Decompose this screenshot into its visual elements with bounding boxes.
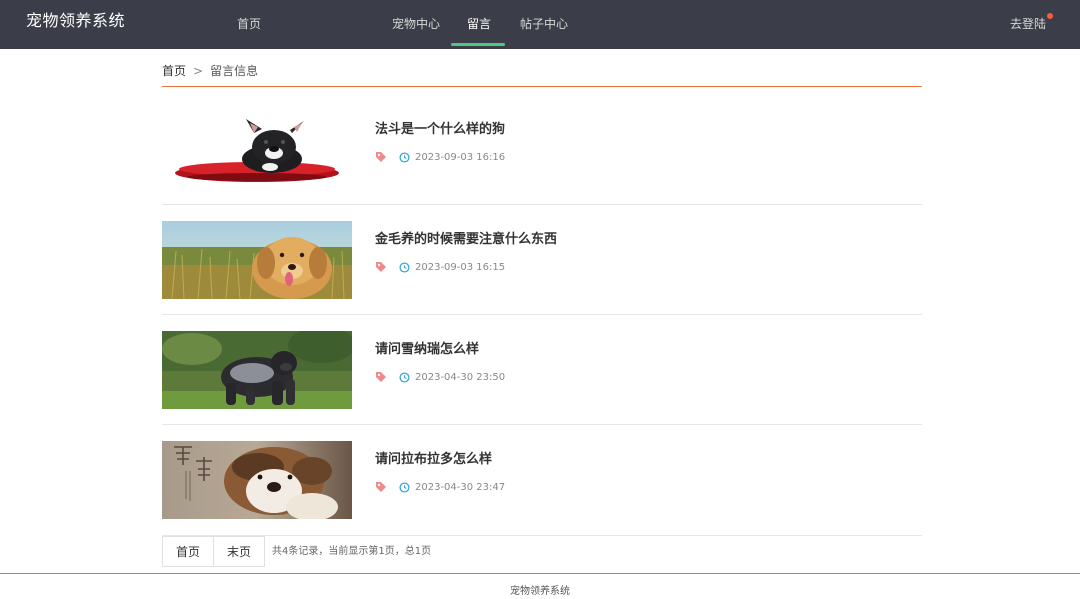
post-thumbnail[interactable] [162,221,352,299]
puppy-image [162,441,352,519]
breadcrumb: 首页 > 留言信息 [162,62,258,79]
nav-home[interactable]: 首页 [237,15,261,32]
clock-icon [399,371,410,383]
list-item: 法斗是一个什么样的狗 2023-09-03 16:16 [162,95,922,205]
site-brand[interactable]: 宠物领养系统 [26,7,125,31]
footer-text: 宠物领养系统 [510,586,570,597]
pagination: 首页 末页 共4条记录，当前显示第1页，总1页 [162,535,922,567]
notification-dot [1047,13,1053,19]
post-meta: 2023-04-30 23:47 [375,480,505,494]
post-time: 2023-04-30 23:47 [415,481,506,493]
french-bulldog-image [162,111,352,189]
post-thumbnail[interactable] [162,331,352,409]
list-item: 请问拉布拉多怎么样 2023-04-30 23:47 [162,425,922,535]
post-thumbnail[interactable] [162,111,352,189]
login-link[interactable]: 去登陆 [1010,15,1046,32]
post-title[interactable]: 法斗是一个什么样的狗 [375,118,505,137]
golden-retriever-image [162,221,352,299]
list-item: 金毛养的时候需要注意什么东西 2023-09-03 16:15 [162,205,922,315]
last-page-button[interactable]: 末页 [213,536,265,567]
breadcrumb-separator: > [193,64,204,78]
post-meta: 2023-04-30 23:50 [375,370,505,384]
gorilla-image [162,331,352,409]
footer-divider [0,573,1080,574]
post-title[interactable]: 请问拉布拉多怎么样 [375,448,492,467]
post-title[interactable]: 请问雪纳瑞怎么样 [375,338,479,357]
list-item: 请问雪纳瑞怎么样 2023-04-30 23:50 [162,315,922,425]
post-title[interactable]: 金毛养的时候需要注意什么东西 [375,228,557,247]
breadcrumb-home[interactable]: 首页 [162,64,186,78]
nav-pet-center[interactable]: 宠物中心 [392,15,440,32]
post-time: 2023-09-03 16:16 [415,151,506,163]
active-nav-indicator [451,43,505,46]
clock-icon [399,261,410,273]
tag-icon [376,372,386,382]
tag-icon [376,482,386,492]
clock-icon [399,481,410,493]
post-time: 2023-04-30 23:50 [415,371,506,383]
post-thumbnail[interactable] [162,441,352,519]
breadcrumb-divider [162,86,922,87]
nav-post-center[interactable]: 帖子中心 [520,15,568,32]
tag-icon [376,262,386,272]
clock-icon [399,151,410,163]
breadcrumb-current: 留言信息 [210,64,259,78]
tag-icon [376,152,386,162]
first-page-button[interactable]: 首页 [162,536,214,567]
post-meta: 2023-09-03 16:16 [375,150,505,164]
pagination-info: 共4条记录，当前显示第1页，总1页 [272,546,432,557]
nav-messages[interactable]: 留言 [467,15,491,32]
post-meta: 2023-09-03 16:15 [375,260,505,274]
post-time: 2023-09-03 16:15 [415,261,506,273]
top-navbar: 宠物领养系统 首页 宠物中心 留言 帖子中心 去登陆 [0,0,1080,49]
